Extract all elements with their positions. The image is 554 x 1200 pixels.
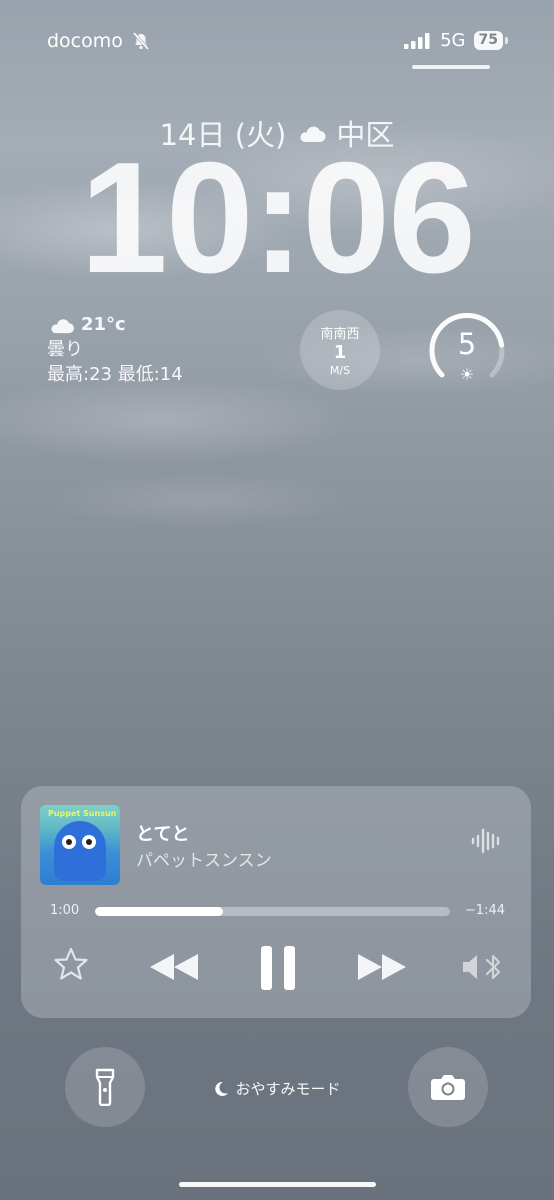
status-right: 5G 75 (404, 30, 508, 51)
weather-condition: 曇り (47, 339, 83, 360)
now-playing-widget[interactable]: Puppet Sunsun とてと パペットスンスン 1:00 −1:44 (21, 786, 531, 1018)
wind-direction: 南南西 (320, 327, 360, 342)
weather-widget[interactable]: 21°c 曇り 最高:23 最低:14 (47, 312, 183, 387)
wind-widget[interactable]: 南南西 1 M/S (300, 310, 380, 390)
camera-icon (431, 1075, 465, 1100)
battery-nub (505, 37, 508, 44)
sun-icon: ☀ (459, 365, 475, 384)
waveform-icon (471, 828, 500, 854)
elapsed-time: 1:00 (50, 903, 80, 918)
fast-forward-icon[interactable] (356, 952, 408, 982)
pause-icon[interactable] (259, 944, 297, 992)
remaining-time: −1:44 (464, 903, 505, 918)
weather-high-low: 最高:23 最低:14 (47, 364, 183, 385)
control-center-indicator[interactable] (412, 65, 490, 69)
uv-value: 5 (457, 327, 477, 361)
uv-index-widget[interactable]: 5 ☀ (426, 305, 508, 387)
album-art[interactable]: Puppet Sunsun (40, 805, 120, 885)
network-label: 5G (440, 30, 466, 51)
silent-bell-icon (132, 32, 150, 50)
progress-scrubber[interactable] (95, 907, 450, 916)
album-art-text: Puppet Sunsun (48, 809, 117, 818)
focus-mode-label: おやすみモード (235, 1080, 341, 1098)
rewind-icon[interactable] (148, 952, 200, 982)
weather-temp: 21°c (81, 314, 126, 335)
song-title: とてと (136, 824, 190, 845)
progress-fill (95, 907, 223, 916)
camera-button[interactable] (408, 1047, 488, 1127)
wind-unit: M/S (329, 364, 351, 377)
wind-speed: 1 (333, 342, 347, 363)
battery-icon: 75 (473, 31, 508, 50)
battery-level: 75 (473, 31, 503, 50)
home-indicator[interactable] (179, 1182, 376, 1187)
carrier-label: docomo (47, 30, 123, 52)
song-artist: パペットスンスン (136, 851, 272, 871)
status-carrier: docomo (47, 30, 151, 52)
cloud-icon (51, 318, 75, 333)
signal-bars-icon (404, 32, 430, 49)
favorite-star-icon[interactable] (53, 946, 89, 982)
audio-output-bluetooth-icon[interactable] (461, 952, 505, 982)
album-art-monster (54, 821, 106, 881)
moon-icon (215, 1081, 229, 1096)
clock-time: 10:06 (79, 130, 476, 306)
